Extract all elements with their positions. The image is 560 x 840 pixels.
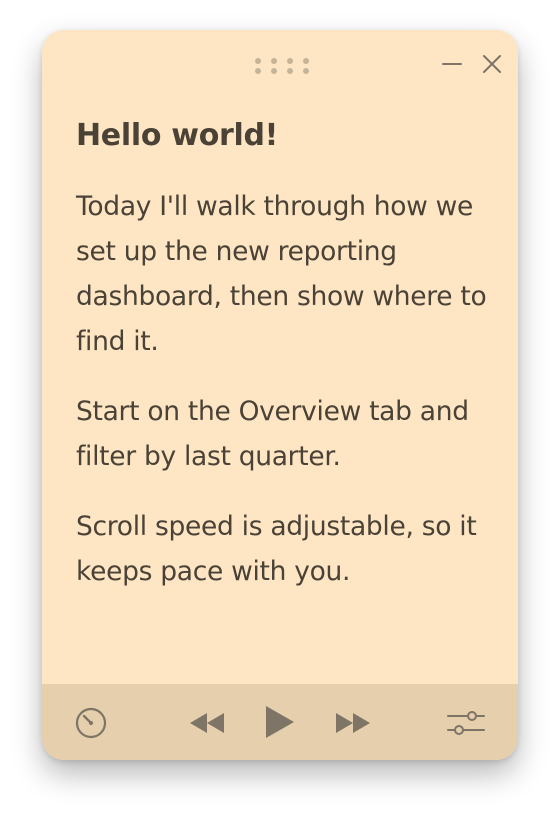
script-paragraph: Start on the Overview tab and filter by … <box>76 396 469 472</box>
close-icon <box>483 55 501 73</box>
script-title: Hello world! <box>76 118 279 153</box>
play-icon <box>266 706 294 738</box>
forward-button[interactable] <box>334 710 372 736</box>
close-button[interactable] <box>480 52 504 76</box>
drag-handle[interactable] <box>254 58 310 76</box>
grip-dots-icon <box>255 58 261 64</box>
rewind-icon <box>190 713 224 733</box>
minimize-button[interactable] <box>440 52 464 76</box>
speed-button[interactable] <box>74 706 108 740</box>
fast-forward-icon <box>336 713 370 733</box>
settings-button[interactable] <box>446 708 486 738</box>
speedometer-icon <box>75 707 107 739</box>
script-paragraph: Today I'll walk through how we set up th… <box>76 191 487 357</box>
rewind-button[interactable] <box>188 710 226 736</box>
minimize-icon <box>442 63 462 65</box>
teleprompter-window: Hello world! Today I'll walk through how… <box>42 30 518 760</box>
script-paragraph: Scroll speed is adjustable, so it keeps … <box>76 511 477 587</box>
play-button[interactable] <box>264 704 296 740</box>
script-content[interactable]: Hello world! Today I'll walk through how… <box>76 114 496 619</box>
playback-toolbar <box>42 684 518 760</box>
sliders-icon <box>447 711 485 735</box>
